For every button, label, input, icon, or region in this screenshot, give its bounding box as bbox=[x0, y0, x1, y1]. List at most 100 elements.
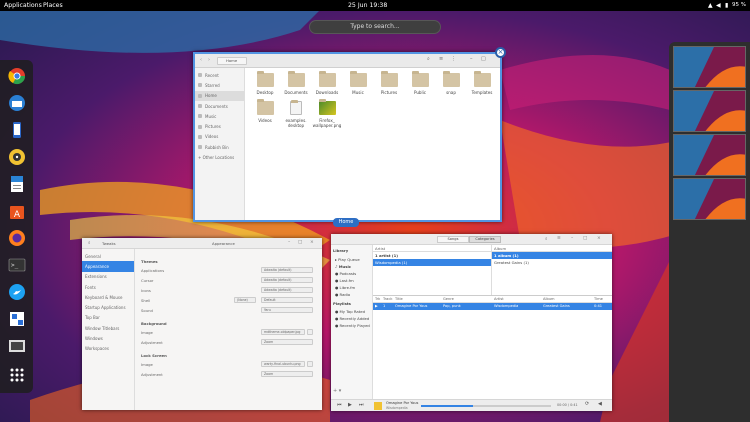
workspace-thumbnail[interactable] bbox=[673, 134, 746, 176]
sidebar-item-pictures[interactable]: Pictures bbox=[195, 121, 244, 131]
shell-theme-dropdown[interactable]: Default bbox=[261, 297, 313, 303]
path-bar-home[interactable]: Home bbox=[217, 57, 247, 65]
column-header[interactable]: Time bbox=[594, 296, 603, 303]
search-icon[interactable]: ⌕ bbox=[427, 56, 430, 62]
places-menu[interactable]: Places bbox=[43, 0, 63, 11]
minimize-icon[interactable]: – bbox=[288, 240, 290, 245]
sidebar-item-librefm[interactable]: ● Libre.fm bbox=[335, 285, 355, 290]
folder-icon[interactable] bbox=[307, 361, 313, 367]
rhythmbox-window[interactable]: Songs Categories ⌕ ≡ – □ × Library ▸ Pla… bbox=[331, 234, 612, 411]
column-header[interactable]: Trk bbox=[375, 296, 380, 303]
folder-item[interactable]: Downloads bbox=[312, 71, 342, 95]
tab-songs[interactable]: Songs bbox=[437, 236, 469, 243]
sidebar-item-recently-played[interactable]: ● Recently Played bbox=[335, 323, 370, 328]
icons-theme-dropdown[interactable]: Adwaita (default) bbox=[261, 287, 313, 293]
sidebar-item-workspaces[interactable]: Workspaces bbox=[82, 344, 134, 354]
sidebar-item-rubbish-bin[interactable]: Rubbish Bin bbox=[195, 142, 244, 152]
sidebar-item-recently-added[interactable]: ● Recently Added bbox=[335, 316, 369, 321]
play-icon[interactable]: ▶ bbox=[348, 402, 352, 408]
sound-theme-dropdown[interactable]: Yaru bbox=[261, 307, 313, 313]
menu-icon[interactable]: ≡ bbox=[557, 236, 561, 241]
sidebar-item-documents[interactable]: Documents bbox=[195, 101, 244, 111]
maximize-icon[interactable]: □ bbox=[298, 240, 302, 245]
lock-screen-adjustment-dropdown[interactable]: Zoom bbox=[261, 371, 313, 377]
sidebar-item-window-titlebars[interactable]: Window Titlebars bbox=[82, 323, 134, 333]
sidebar-item-top-rated[interactable]: ● My Top Rated bbox=[335, 309, 365, 314]
column-header[interactable]: Track bbox=[383, 296, 392, 303]
sidebar-item-keyboard-mouse[interactable]: Keyboard & Mouse bbox=[82, 292, 134, 302]
artist-all[interactable]: 1 artist (1) bbox=[373, 252, 491, 259]
folder-item[interactable]: Music bbox=[343, 71, 373, 95]
sidebar-item-radio[interactable]: ● Radio bbox=[335, 292, 350, 297]
tab-categories[interactable]: Categories bbox=[469, 236, 501, 243]
app-grid-icon[interactable] bbox=[4, 362, 29, 387]
album-header[interactable]: Album bbox=[492, 245, 612, 252]
sidebar-item-other-locations[interactable]: + Other Locations bbox=[195, 152, 244, 162]
settings-icon[interactable] bbox=[4, 306, 29, 331]
sidebar-item-fonts[interactable]: Fonts bbox=[82, 282, 134, 292]
file-item[interactable]: Firefox_ wallpaper.png bbox=[312, 99, 342, 128]
search-input[interactable]: Type to search... bbox=[309, 20, 441, 34]
file-item[interactable]: examples. desktop bbox=[281, 100, 311, 128]
writer-icon[interactable] bbox=[4, 171, 29, 196]
column-header[interactable]: Genre bbox=[443, 296, 454, 303]
maximize-icon[interactable]: □ bbox=[583, 236, 587, 241]
rhythmbox-icon[interactable] bbox=[4, 144, 29, 169]
screenshot-icon[interactable] bbox=[4, 333, 29, 358]
workspace-thumbnail[interactable] bbox=[673, 178, 746, 220]
sidebar-item-play-queue[interactable]: ▸ Play Queue bbox=[335, 257, 360, 262]
folder-item[interactable]: Templates bbox=[467, 71, 497, 95]
lock-screen-image-chooser[interactable]: warty-final-ubuntu.png bbox=[261, 361, 305, 367]
sidebar-item-windows[interactable]: Windows bbox=[82, 333, 134, 343]
sidebar-item-videos[interactable]: Videos bbox=[195, 132, 244, 142]
sidebar-item-top-bar[interactable]: Top Bar bbox=[82, 313, 134, 323]
folder-item[interactable]: Documents bbox=[281, 71, 311, 95]
twitter-icon[interactable] bbox=[4, 279, 29, 304]
sidebar-item-general[interactable]: General bbox=[82, 251, 134, 261]
seek-bar[interactable] bbox=[421, 405, 551, 407]
battery-icon[interactable]: ▮ bbox=[725, 0, 728, 11]
list-view-icon[interactable]: ≡ bbox=[439, 56, 443, 62]
chrome-icon[interactable] bbox=[4, 63, 29, 88]
folder-item[interactable]: Public bbox=[405, 71, 435, 95]
firefox-icon[interactable] bbox=[4, 225, 29, 250]
search-icon[interactable]: ⌕ bbox=[88, 240, 91, 246]
software-icon[interactable]: A bbox=[4, 198, 29, 223]
back-icon[interactable]: ‹ bbox=[200, 57, 202, 63]
artist-row[interactable]: Wisdompedia (1) bbox=[373, 259, 491, 266]
background-image-chooser[interactable]: mdtheme-oldpaper.jpg bbox=[261, 329, 305, 335]
maximize-icon[interactable]: □ bbox=[481, 56, 486, 62]
close-icon[interactable]: × bbox=[597, 236, 601, 241]
sidebar-item-music[interactable]: Music bbox=[195, 111, 244, 121]
sidebar-item-starred[interactable]: Starred bbox=[195, 80, 244, 90]
applications-theme-dropdown[interactable]: Adwaita (default) bbox=[261, 267, 313, 273]
network-icon[interactable]: ▲ bbox=[708, 0, 713, 11]
album-all[interactable]: 1 album (1) bbox=[492, 252, 612, 259]
menu-icon[interactable]: ⋮ bbox=[451, 56, 456, 62]
artist-header[interactable]: Artist bbox=[373, 245, 491, 252]
sidebar-item-music[interactable]: ♪ Music bbox=[335, 264, 351, 269]
sidebar-item-startup-applications[interactable]: Startup Applications bbox=[82, 302, 134, 312]
minimize-icon[interactable]: – bbox=[470, 56, 473, 62]
sidebar-item-home[interactable]: Home bbox=[195, 90, 244, 101]
sidebar-item-appearance[interactable]: Appearance bbox=[82, 261, 134, 272]
close-icon[interactable]: × bbox=[310, 240, 314, 245]
track-row[interactable]: ▶ 1 Omagine Por Yous Pop, punk Wisdomped… bbox=[373, 303, 612, 310]
folder-icon[interactable] bbox=[307, 329, 313, 335]
previous-icon[interactable]: ⏮ bbox=[337, 402, 342, 408]
folder-item[interactable]: snap bbox=[436, 71, 466, 95]
folder-item[interactable]: Pictures bbox=[374, 71, 404, 95]
album-row[interactable]: Greatest Gains (1) bbox=[492, 259, 612, 266]
repeat-icon[interactable]: ⟳ bbox=[585, 401, 589, 407]
close-icon[interactable]: × bbox=[495, 47, 506, 58]
column-header[interactable]: Title bbox=[395, 296, 403, 303]
cursor-theme-dropdown[interactable]: Adwaita (default) bbox=[261, 277, 313, 283]
terminal-icon[interactable]: >_ bbox=[4, 252, 29, 277]
clock[interactable]: 25 Jun 19:38 bbox=[348, 0, 387, 11]
column-header[interactable]: Album bbox=[543, 296, 555, 303]
next-icon[interactable]: ⏭ bbox=[359, 402, 364, 408]
volume-icon[interactable]: ◀ bbox=[598, 401, 602, 407]
phone-icon[interactable] bbox=[4, 117, 29, 142]
sidebar-item-podcasts[interactable]: ● Podcasts bbox=[335, 271, 356, 276]
applications-menu[interactable]: Applications bbox=[4, 0, 42, 11]
